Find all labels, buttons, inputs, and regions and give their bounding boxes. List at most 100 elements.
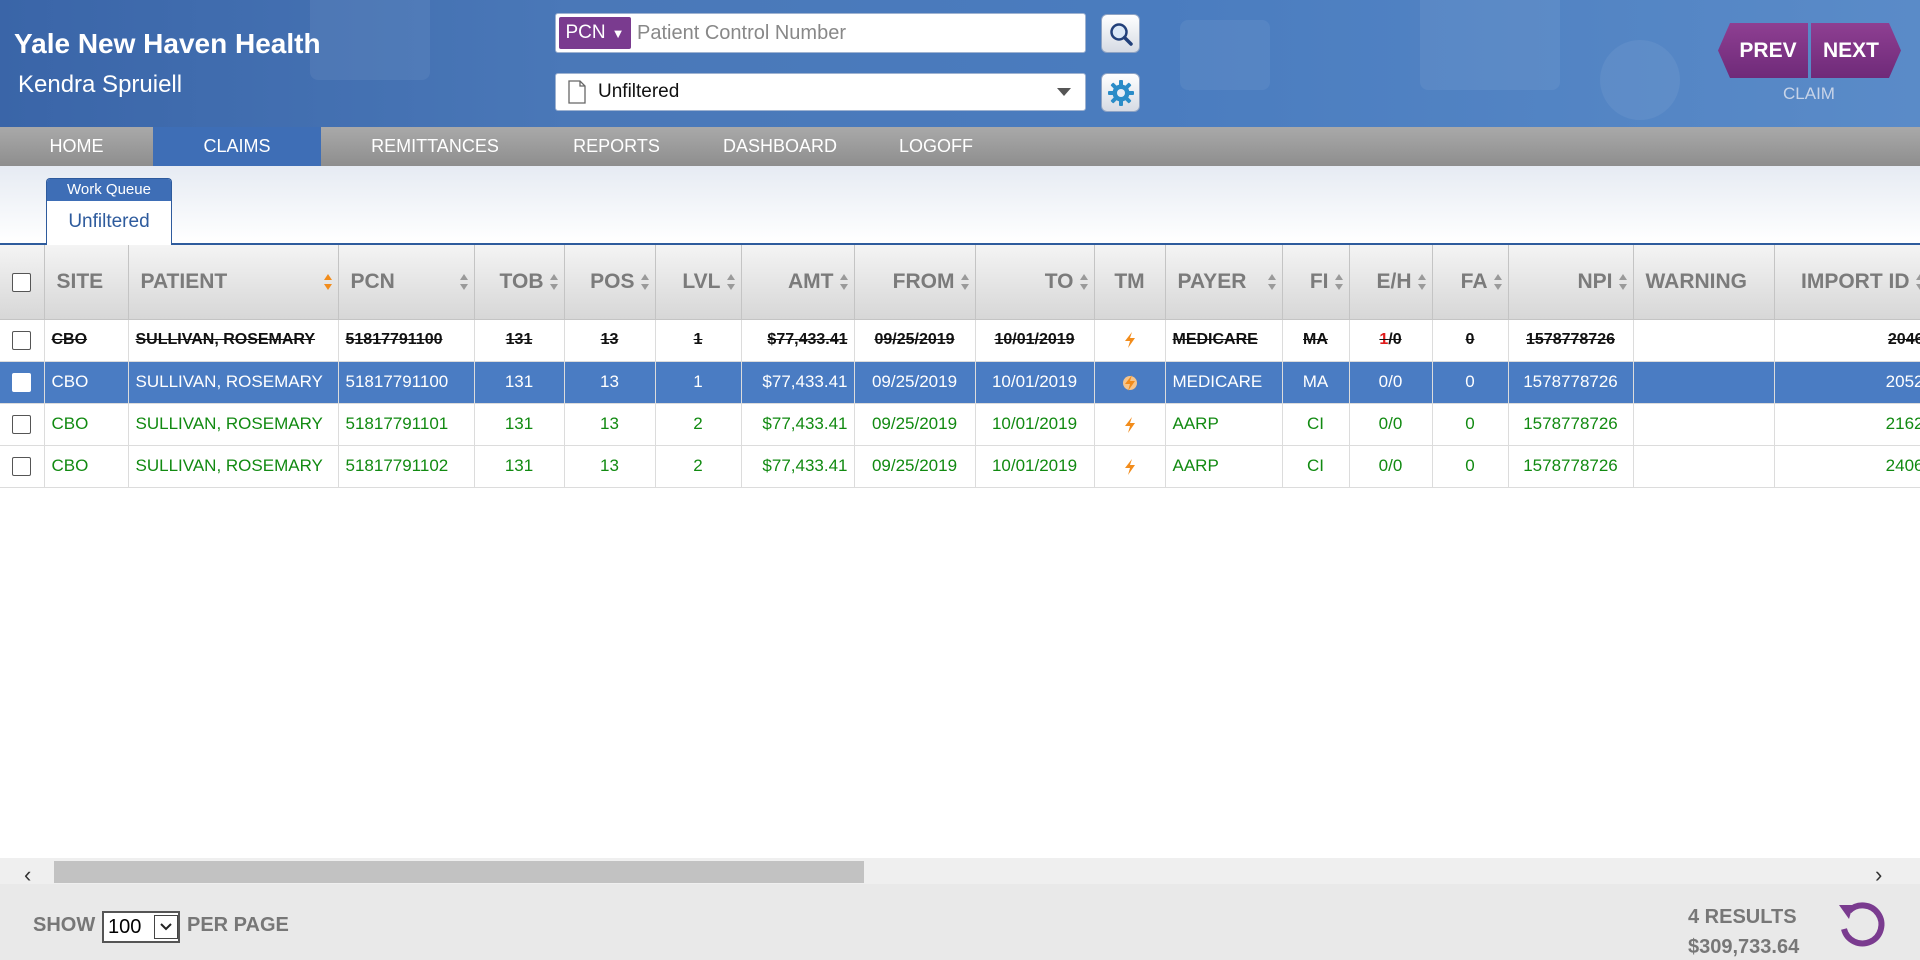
cell-select — [0, 361, 45, 404]
cell-lvl: 2 — [655, 445, 742, 488]
cell-patient: SULLIVAN, ROSEMARY — [128, 445, 339, 488]
col-to[interactable]: TO — [975, 245, 1095, 320]
lightning-icon — [1122, 374, 1137, 391]
cell-warning — [1633, 319, 1775, 362]
col-eh[interactable]: E/H — [1349, 245, 1433, 320]
search-input[interactable] — [637, 21, 1077, 45]
cell-lvl: 2 — [655, 403, 742, 446]
header-decoration — [1600, 40, 1680, 120]
cell-select — [0, 319, 45, 362]
gear-icon — [1107, 79, 1134, 106]
user-name: Kendra Spruiell — [18, 71, 183, 98]
col-pcn[interactable]: PCN — [338, 245, 475, 320]
col-payer[interactable]: PAYER — [1165, 245, 1283, 320]
cell-fa: 0 — [1432, 445, 1509, 488]
cell-fi: MA — [1282, 319, 1350, 362]
search-type-dropdown[interactable]: PCN ▼ — [559, 17, 631, 49]
results-count: 4 RESULTS — [1688, 906, 1797, 928]
col-fi[interactable]: FI — [1282, 245, 1350, 320]
app-header: Yale New Haven Health Kendra Spruiell PC… — [0, 0, 1920, 127]
cell-site: CBO — [44, 319, 129, 362]
sort-icon — [1267, 274, 1277, 290]
select-all-checkbox[interactable] — [12, 272, 32, 292]
cell-fi: MA — [1282, 361, 1350, 404]
cell-select — [0, 445, 45, 488]
row-checkbox[interactable] — [12, 373, 32, 392]
row-checkbox[interactable] — [12, 330, 32, 350]
col-tob[interactable]: TOB — [474, 245, 565, 320]
navigation-context-label: CLAIM — [1783, 84, 1835, 103]
col-from[interactable]: FROM — [854, 245, 976, 320]
sort-icon — [459, 274, 469, 290]
prev-button[interactable]: PREV — [1718, 23, 1808, 78]
cell-fi: CI — [1282, 403, 1350, 446]
per-page-select[interactable]: 100 — [102, 911, 180, 943]
sort-icon — [1493, 274, 1503, 290]
org-name: Yale New Haven Health — [14, 28, 321, 59]
search-button[interactable] — [1101, 14, 1140, 53]
tab-label: Unfiltered — [68, 211, 150, 232]
cell-tm — [1094, 361, 1166, 404]
cell-npi: 1578778726 — [1508, 361, 1634, 404]
cell-from: 09/25/2019 — [854, 319, 976, 362]
cell-pos: 13 — [564, 445, 656, 488]
sort-icon — [726, 274, 736, 290]
refresh-icon[interactable] — [1835, 897, 1890, 952]
chevron-down-icon — [154, 915, 178, 939]
col-npi[interactable]: NPI — [1508, 245, 1634, 320]
cell-warning — [1633, 403, 1775, 446]
row-checkbox[interactable] — [12, 457, 32, 476]
cell-site: CBO — [44, 445, 129, 488]
col-import-id[interactable]: IMPORT ID — [1774, 245, 1920, 320]
horizontal-scrollbar[interactable]: ‹ › — [0, 858, 1920, 887]
sort-icon — [549, 274, 559, 290]
header-decoration — [1180, 20, 1270, 90]
cell-to: 10/01/2019 — [975, 445, 1095, 488]
col-tm[interactable]: TM — [1094, 245, 1166, 320]
cell-site: CBO — [44, 361, 129, 404]
nav-reports[interactable]: REPORTS — [549, 127, 684, 166]
table-row[interactable]: CBO SULLIVAN, ROSEMARY 51817791100 131 13 1 $7… — [0, 361, 1920, 404]
filter-dropdown[interactable]: Unfiltered — [555, 73, 1086, 111]
col-warning[interactable]: WARNING — [1633, 245, 1775, 320]
cell-eh: 0/0 — [1349, 445, 1433, 488]
nav-home[interactable]: HOME — [0, 127, 153, 166]
sort-icon — [1417, 274, 1427, 290]
row-checkbox[interactable] — [12, 415, 32, 434]
col-patient[interactable]: PATIENT — [128, 245, 339, 320]
table-row[interactable]: CBO SULLIVAN, ROSEMARY 51817791102 131 13 2 $7… — [0, 445, 1920, 488]
cell-tob: 131 — [474, 319, 565, 362]
scrollbar-thumb[interactable] — [54, 861, 864, 883]
col-lvl[interactable]: LVL — [655, 245, 742, 320]
show-label: SHOW — [33, 914, 96, 936]
cell-eh: 0/0 — [1349, 403, 1433, 446]
cell-patient: SULLIVAN, ROSEMARY — [128, 319, 339, 362]
nav-dashboard[interactable]: DASHBOARD — [684, 127, 876, 166]
filter-value: Unfiltered — [598, 81, 680, 102]
col-amt[interactable]: AMT — [741, 245, 855, 320]
cell-import-id: 2052 — [1774, 361, 1920, 404]
col-pos[interactable]: POS — [564, 245, 656, 320]
cell-pcn: 51817791102 — [338, 445, 475, 488]
nav-claims[interactable]: CLAIMS — [153, 127, 321, 166]
nav-logoff[interactable]: LOGOFF — [876, 127, 996, 166]
table-row[interactable]: CBO SULLIVAN, ROSEMARY 51817791100 131 13 1 $7… — [0, 319, 1920, 362]
cell-tm — [1094, 319, 1166, 362]
col-fa[interactable]: FA — [1432, 245, 1509, 320]
caret-down-icon: ▼ — [611, 25, 625, 41]
table-row[interactable]: CBO SULLIVAN, ROSEMARY 51817791101 131 13 2 $7… — [0, 403, 1920, 446]
cell-payer: AARP — [1165, 445, 1283, 488]
claims-grid: SITE PATIENT PCN TOB POS LVL AMT FROM TO… — [0, 245, 1920, 488]
main-nav: HOME CLAIMS REMITTANCES REPORTS DASHBOAR… — [0, 127, 1920, 166]
sort-icon — [960, 274, 970, 290]
header-row: SITE PATIENT PCN TOB POS LVL AMT FROM TO… — [0, 245, 1920, 320]
cell-patient: SULLIVAN, ROSEMARY — [128, 361, 339, 404]
cell-npi: 1578778726 — [1508, 319, 1634, 362]
cell-patient: SULLIVAN, ROSEMARY — [128, 403, 339, 446]
results-total: $309,733.64 — [1688, 936, 1800, 958]
col-site[interactable]: SITE — [44, 245, 129, 320]
settings-button[interactable] — [1101, 73, 1140, 112]
nav-remittances[interactable]: REMITTANCES — [321, 127, 549, 166]
next-button[interactable]: NEXT — [1811, 23, 1901, 78]
tab-work-queue[interactable]: Work Queue Unfiltered — [46, 178, 172, 245]
